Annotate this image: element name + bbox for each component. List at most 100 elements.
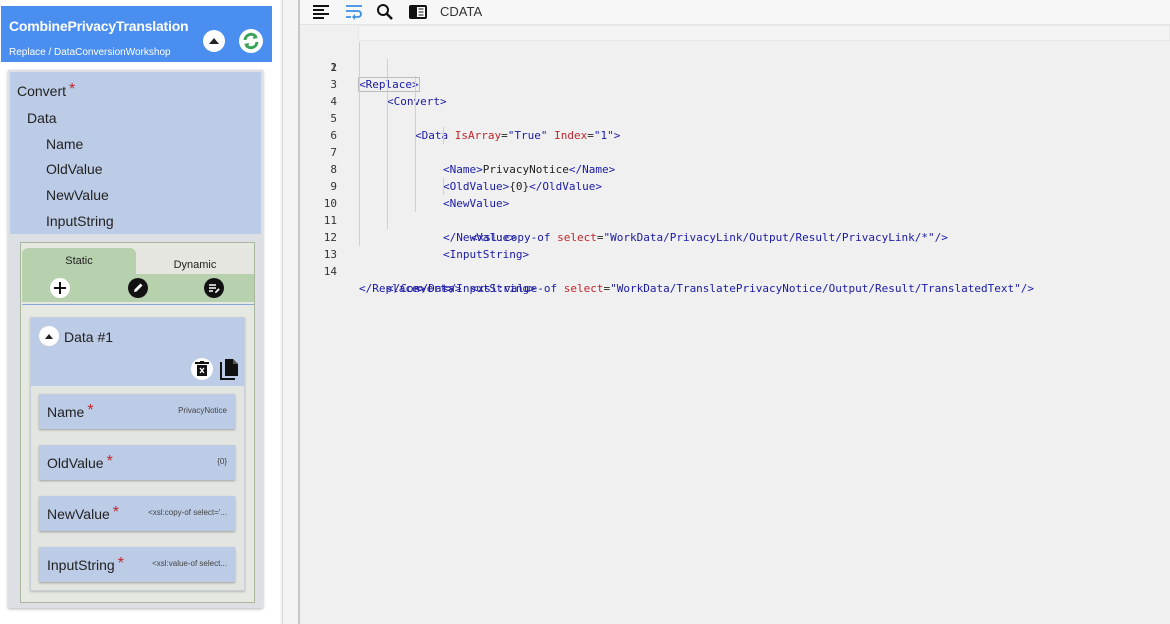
side-panel-icon [409, 5, 427, 19]
left-panel: CombinePrivacyTranslation Replace / Data… [0, 0, 280, 624]
indent-guide [387, 144, 388, 161]
indent-guide [443, 178, 444, 195]
edit-button[interactable] [128, 278, 148, 298]
code-line: 13 </Convert> [300, 229, 1170, 295]
indent-guide [359, 76, 360, 93]
indent-guide [443, 127, 444, 144]
code-line: 12 </Data> [300, 212, 1170, 295]
indent-guide [387, 195, 388, 212]
tree-node-convert[interactable]: Convert * [17, 81, 76, 101]
data-item-card: Data #1 Name * PrivacyNotice OldValue * {0… [30, 317, 245, 591]
field-label-text: OldValue [47, 455, 104, 471]
active-line-highlight [358, 25, 1170, 41]
data-collapse-button[interactable] [39, 326, 59, 346]
tab-dynamic[interactable]: Dynamic [136, 248, 254, 274]
data-item-header: Data #1 [31, 318, 244, 386]
code-line: 8 </NewValue> [300, 144, 1170, 244]
field-value: <xsl:value-of select... [152, 559, 227, 568]
tree-node-newvalue[interactable]: NewValue [46, 187, 109, 203]
delete-button[interactable] [191, 358, 213, 380]
xml-value: "WorkData/TranslatePrivacyNotice/Output/… [610, 282, 1021, 295]
field-name[interactable]: Name * PrivacyNotice [39, 394, 235, 429]
xml-attr: select [563, 282, 604, 295]
indent-guide [415, 178, 416, 195]
indent-guide [359, 212, 360, 229]
editor-toolbar [22, 274, 254, 302]
splitter-line [282, 0, 283, 624]
field-label: Name * [47, 402, 94, 422]
indent-guide [359, 178, 360, 195]
code-line: 14 </Replace> [300, 246, 1170, 295]
field-label: InputString * [47, 555, 124, 575]
field-label: OldValue * [47, 453, 113, 473]
field-label-text: InputString [47, 557, 115, 573]
panel-toggle-button[interactable] [408, 2, 428, 22]
word-wrap-button[interactable] [344, 2, 364, 22]
panel-splitter[interactable] [280, 0, 300, 624]
indent-guide [359, 161, 360, 178]
code-line: 4 <Name>PrivacyNotice</Name> [300, 76, 1170, 176]
indent-guide [359, 229, 360, 246]
code-line: 1 <Replace> [300, 25, 1170, 92]
pencil-icon [128, 278, 148, 298]
field-label: NewValue * [47, 504, 120, 524]
code-line: 9 <InputString> [300, 161, 1170, 261]
field-oldvalue[interactable]: OldValue * {0} [39, 445, 235, 480]
indent-guide [387, 178, 388, 195]
indent-guide [415, 195, 416, 212]
indent-guide [415, 161, 416, 178]
copy-button[interactable] [219, 357, 241, 381]
edit-list-icon [204, 278, 224, 298]
indent-guide [387, 93, 388, 110]
search-button[interactable] [375, 2, 395, 22]
header: CombinePrivacyTranslation Replace / Data… [1, 6, 272, 62]
required-marker: * [69, 81, 76, 98]
refresh-button[interactable] [239, 29, 263, 53]
indent-guide [359, 93, 360, 110]
field-value: PrivacyNotice [178, 406, 227, 415]
code-line: 2 <Convert> [300, 42, 1170, 108]
indent-guide [359, 195, 360, 212]
indent-guide [387, 110, 388, 127]
indent-guide [359, 42, 360, 59]
align-left-icon [313, 5, 329, 19]
indent-guide [387, 212, 388, 229]
indent-guide [387, 127, 388, 144]
required-marker: * [117, 555, 124, 572]
tree-node-inputstring[interactable]: InputString [46, 213, 114, 229]
search-icon [377, 4, 393, 20]
required-marker: * [112, 504, 120, 521]
indent-guide [387, 161, 388, 178]
cdata-toggle[interactable]: CDATA [440, 4, 482, 19]
tree-card: Convert * Data Name OldValue NewValue Inp… [8, 70, 263, 608]
field-value: {0} [217, 457, 227, 466]
line-number: 14 [323, 265, 337, 278]
tree-node-name[interactable]: Name [46, 136, 83, 152]
add-button[interactable] [50, 278, 70, 298]
data-item-title: Data #1 [64, 329, 114, 345]
copy-icon [220, 359, 238, 380]
collapse-button[interactable] [203, 30, 225, 52]
indent-guide [359, 110, 360, 127]
chevron-up-icon [45, 333, 53, 339]
tab-static[interactable]: Static [22, 248, 136, 274]
wrap-icon [346, 5, 362, 20]
code-text: </Replace> [359, 280, 425, 297]
code-line: 5 <OldValue>{0}</OldValue> [300, 93, 1170, 193]
edit-list-button[interactable] [204, 278, 224, 298]
field-newvalue[interactable]: NewValue * <xsl:copy-of select='... [39, 496, 235, 531]
tree-node-data[interactable]: Data [27, 110, 57, 126]
indent-guide [415, 76, 416, 93]
code-line: 10 <xsl:value-of select="WorkData/Transl… [300, 178, 1170, 295]
tree-node-oldvalue[interactable]: OldValue [46, 161, 103, 177]
indent-guide [387, 59, 388, 76]
field-inputstring[interactable]: InputString * <xsl:value-of select... [39, 547, 235, 582]
indent-guide [387, 76, 388, 93]
format-button[interactable] [311, 2, 331, 22]
code-line: 7 <xsl:copy-of select="WorkData/PrivacyL… [300, 127, 1170, 244]
xml-tag: </Replace> [359, 282, 426, 295]
tree-node-label: Convert [17, 83, 67, 99]
editor-card: Static Dynamic Data #1 Name * PrivacyNot… [20, 242, 255, 603]
chevron-up-icon [209, 38, 219, 44]
indent-guide [359, 59, 360, 76]
